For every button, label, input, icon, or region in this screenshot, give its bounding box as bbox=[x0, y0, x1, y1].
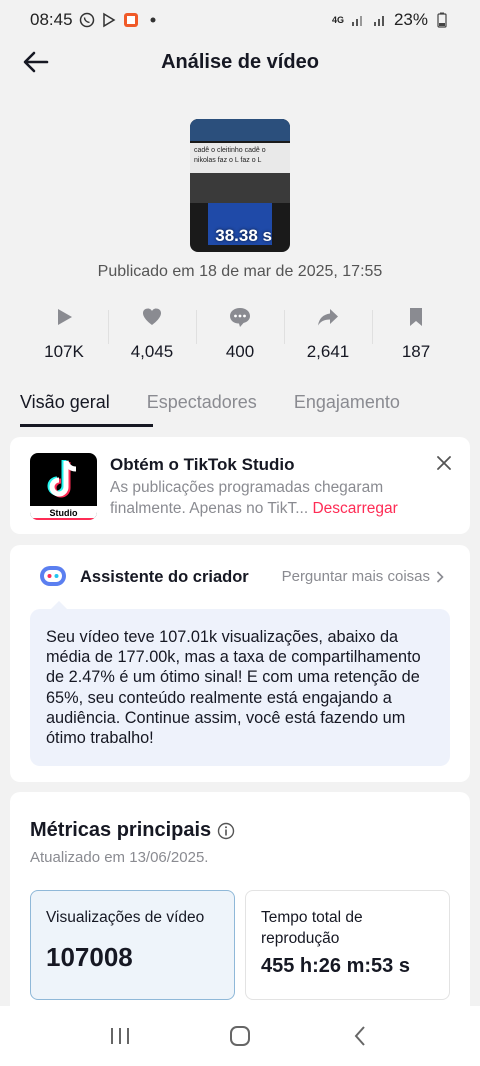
metric-value: 107008 bbox=[46, 942, 133, 972]
dot-icon bbox=[145, 12, 161, 28]
published-date: Publicado em 18 de mar de 2025, 17:55 bbox=[97, 263, 383, 280]
metric-value: 455 h:26 m:53 s bbox=[261, 955, 410, 977]
status-bar: 08:45 4G 23% bbox=[0, 0, 480, 40]
creator-assistant-card: Assistente do criador Perguntar mais coi… bbox=[10, 545, 470, 782]
thumb-caption: cadê o cleitinho cadê o nikolas faz o L … bbox=[190, 143, 290, 173]
stat-saves: 187 bbox=[372, 300, 460, 362]
tab-engagement[interactable]: Engajamento bbox=[294, 384, 400, 426]
close-button[interactable] bbox=[434, 453, 454, 473]
tiktok-studio-logo: Studio bbox=[30, 453, 97, 520]
stat-likes: 4,045 bbox=[108, 300, 196, 362]
stat-value: 2,641 bbox=[306, 342, 350, 361]
stat-value: 107K bbox=[44, 342, 84, 361]
arrow-left-icon bbox=[23, 51, 49, 73]
tab-viewers[interactable]: Espectadores bbox=[147, 384, 257, 426]
signal-icon-2 bbox=[372, 12, 388, 28]
home-button[interactable] bbox=[220, 1016, 260, 1056]
thumb-top-band bbox=[190, 119, 290, 141]
studio-promo-card[interactable]: Studio Obtém o TikTok Studio As publicaç… bbox=[10, 437, 470, 534]
recent-apps-button[interactable] bbox=[100, 1016, 140, 1056]
metric-total-watch-time[interactable]: Tempo total de reprodução 455 h:26 m:53 … bbox=[245, 890, 450, 1000]
metric-video-views[interactable]: Visualizações de vídeo 107008 bbox=[30, 890, 235, 1000]
stat-value: 400 bbox=[225, 342, 255, 361]
share-icon bbox=[315, 304, 341, 330]
info-icon[interactable] bbox=[217, 822, 235, 840]
recents-icon bbox=[111, 1028, 129, 1044]
metric-label: Visualizações de vídeo bbox=[46, 909, 205, 926]
system-nav-bar bbox=[0, 1006, 480, 1066]
key-metrics-card: Métricas principais Atualizado em 13/06/… bbox=[10, 792, 470, 1022]
studio-promo-title: Obtém o TikTok Studio bbox=[110, 455, 295, 474]
assistant-title: Assistente do criador bbox=[80, 568, 249, 586]
battery-icon bbox=[434, 12, 450, 28]
top-bar: Análise de vídeo bbox=[0, 40, 480, 84]
metrics-updated: Atualizado em 13/06/2025. bbox=[30, 849, 209, 866]
metrics-title-text: Métricas principais bbox=[30, 819, 212, 841]
studio-logo-label: Studio bbox=[30, 506, 97, 520]
assistant-message: Seu vídeo teve 107.01k visualizações, ab… bbox=[30, 609, 450, 766]
thumb-caption-line1: cadê o cleitinho cadê o bbox=[194, 147, 266, 154]
chevron-left-icon bbox=[354, 1026, 365, 1046]
comment-icon bbox=[227, 304, 253, 330]
thumb-caption-line2: nikolas faz o L faz o L bbox=[194, 157, 262, 164]
app-icon bbox=[123, 12, 139, 28]
back-button[interactable] bbox=[20, 46, 52, 78]
metrics-title: Métricas principais bbox=[30, 819, 235, 842]
ask-more-link[interactable]: Perguntar mais coisas bbox=[282, 568, 444, 585]
close-icon bbox=[437, 456, 451, 470]
chevron-right-icon bbox=[436, 570, 444, 583]
stat-shares: 2,641 bbox=[284, 300, 372, 362]
tab-active-indicator bbox=[20, 424, 153, 427]
video-thumbnail[interactable]: cadê o cleitinho cadê o nikolas faz o L … bbox=[190, 119, 290, 252]
back-nav-button[interactable] bbox=[340, 1016, 380, 1056]
stat-value: 187 bbox=[401, 342, 431, 361]
status-right: 4G 23% bbox=[332, 10, 450, 30]
whatsapp-icon bbox=[79, 12, 95, 28]
metric-label: Tempo total de reprodução bbox=[261, 909, 363, 947]
stat-value: 4,045 bbox=[130, 342, 174, 361]
stat-comments: 400 bbox=[196, 300, 284, 362]
tab-overview[interactable]: Visão geral bbox=[20, 384, 110, 426]
network-label: 4G bbox=[331, 15, 344, 25]
studio-promo-description: As publicações programadas chegaram fina… bbox=[110, 477, 430, 519]
thumb-mid-band bbox=[190, 173, 290, 203]
ask-more-label: Perguntar mais coisas bbox=[281, 568, 430, 585]
stats-row: 107K 4,045 400 2,641 187 bbox=[20, 300, 460, 362]
studio-desc-line1: As publicações programadas chegaram bbox=[110, 479, 384, 496]
play-icon bbox=[51, 304, 77, 330]
studio-desc-line2: finalmente. Apenas no TikT... bbox=[110, 500, 309, 517]
battery-percent: 23% bbox=[393, 10, 428, 29]
play-store-icon bbox=[101, 12, 117, 28]
status-left: 08:45 bbox=[30, 10, 161, 30]
stat-views: 107K bbox=[20, 300, 108, 362]
download-link[interactable]: Descarregar bbox=[312, 500, 397, 517]
video-duration: 38.38 s bbox=[215, 226, 272, 245]
status-time: 08:45 bbox=[30, 10, 73, 29]
heart-icon bbox=[139, 304, 165, 330]
assistant-bot-icon bbox=[38, 563, 68, 589]
home-icon bbox=[230, 1026, 250, 1046]
signal-icon bbox=[350, 12, 366, 28]
tiktok-note-icon bbox=[47, 460, 77, 498]
bookmark-icon bbox=[403, 304, 429, 330]
page-title: Análise de vídeo bbox=[161, 50, 319, 73]
tab-bar: Visão geral Espectadores Engajamento bbox=[20, 384, 480, 426]
